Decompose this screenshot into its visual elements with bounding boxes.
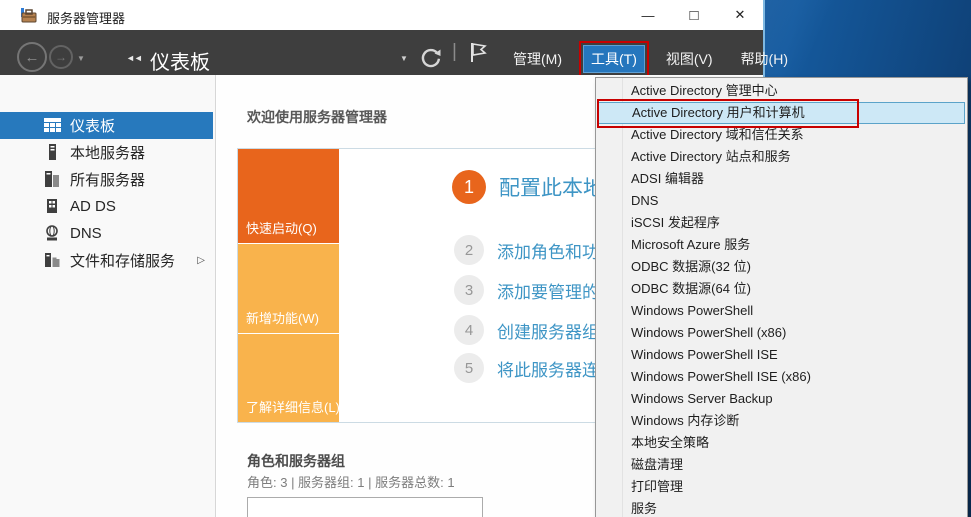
menu-item-ad-users-computers[interactable]: Active Directory 用户和计算机 [598, 102, 965, 124]
step-add-roles-features[interactable]: 2 添加角色和功能 [454, 235, 616, 265]
notifications-flag-icon[interactable] [470, 42, 487, 68]
menu-item-powershell-ise-x86[interactable]: Windows PowerShell ISE (x86) [598, 366, 965, 388]
roles-tile [247, 497, 483, 517]
sidebar-item-local-server[interactable]: 本地服务器 [0, 139, 213, 166]
menu-item-local-security-policy[interactable]: 本地安全策略 [598, 432, 965, 454]
sidebar-item-file-storage[interactable]: 文件和存储服务 ▷ [0, 247, 213, 274]
roles-section-stats: 角色: 3 | 服务器组: 1 | 服务器总数: 1 [247, 472, 455, 491]
breadcrumb[interactable]: 仪表板 [150, 46, 210, 75]
step-number-badge: 4 [454, 315, 484, 345]
server-manager-app-icon [20, 6, 38, 29]
learn-more-label: 了解详细信息(L) [246, 397, 340, 416]
step-number-badge: 2 [454, 235, 484, 265]
toolbar: ← → ▼ ◄◄ 仪表板 ▼ | 管理(M) [0, 30, 763, 75]
menu-item-ad-admin-center[interactable]: Active Directory 管理中心 [598, 80, 965, 102]
quick-start-block[interactable]: 快速启动(Q) [238, 149, 339, 243]
welcome-heading: 欢迎使用服务器管理器 [247, 107, 387, 127]
window-controls: — □ ✕ [625, 0, 763, 30]
menu-item-memory-diagnostic[interactable]: Windows 内存诊断 [598, 410, 965, 432]
close-button[interactable]: ✕ [717, 0, 763, 30]
refresh-caret-icon[interactable]: ▼ [400, 54, 408, 63]
roles-section-title: 角色和服务器组 [247, 451, 345, 471]
menu-item-iscsi-initiator[interactable]: iSCSI 发起程序 [598, 212, 965, 234]
sidebar-item-ad-ds[interactable]: AD DS [0, 193, 213, 220]
sidebar-item-label: DNS [70, 225, 102, 242]
sidebar-item-label: 文件和存储服务 [70, 250, 175, 271]
local-server-icon [44, 144, 60, 164]
dns-icon [44, 225, 60, 245]
sidebar-item-label: AD DS [70, 198, 116, 215]
refresh-icon[interactable] [420, 47, 442, 74]
minimize-button[interactable]: — [625, 0, 671, 30]
menu-item-powershell-ise[interactable]: Windows PowerShell ISE [598, 344, 965, 366]
whats-new-label: 新增功能(W) [246, 308, 319, 327]
menu-item-services[interactable]: 服务 [598, 498, 965, 517]
forward-icon[interactable]: → [49, 45, 73, 69]
menu-item-powershell[interactable]: Windows PowerShell [598, 300, 965, 322]
menu-item-azure-services[interactable]: Microsoft Azure 服务 [598, 234, 965, 256]
menu-help[interactable]: 帮助(H) [734, 46, 795, 72]
menu-item-disk-cleanup[interactable]: 磁盘清理 [598, 454, 965, 476]
sidebar-nav-list: 仪表板 本地服务器 [0, 112, 213, 274]
sidebar-item-all-servers[interactable]: 所有服务器 [0, 166, 213, 193]
sidebar-item-dashboard[interactable]: 仪表板 [0, 112, 213, 139]
expand-chevron-icon[interactable]: ▷ [197, 255, 205, 266]
step-number-badge: 5 [454, 353, 484, 383]
sidebar-item-label: 本地服务器 [70, 142, 145, 163]
step-number-badge: 3 [454, 275, 484, 305]
menu-item-powershell-x86[interactable]: Windows PowerShell (x86) [598, 322, 965, 344]
maximize-button[interactable]: □ [671, 0, 717, 30]
file-storage-icon [44, 252, 60, 272]
sidebar-item-label: 仪表板 [70, 115, 115, 136]
desktop: 服务器管理器 — □ ✕ ← → ▼ ◄◄ 仪表板 ▼ | [0, 0, 971, 517]
menu-tools[interactable]: 工具(T) [583, 45, 645, 73]
step-create-server-group[interactable]: 4 创建服务器组 [454, 315, 599, 345]
menu-view[interactable]: 视图(V) [659, 46, 720, 72]
sidebar-item-label: 所有服务器 [70, 169, 145, 190]
titlebar: 服务器管理器 — □ ✕ [0, 0, 763, 30]
collapse-breadcrumb-icon[interactable]: ◄◄ [126, 53, 142, 63]
nav-history-caret-icon[interactable]: ▼ [77, 54, 85, 63]
menu-item-odbc-32[interactable]: ODBC 数据源(32 位) [598, 256, 965, 278]
ad-ds-icon [44, 198, 60, 218]
step-label: 创建服务器组 [497, 318, 599, 343]
menu-item-ad-domains-trusts[interactable]: Active Directory 域和信任关系 [598, 124, 965, 146]
menu-manage[interactable]: 管理(M) [506, 46, 569, 72]
step-number-badge: 1 [452, 170, 486, 204]
menu-item-print-management[interactable]: 打印管理 [598, 476, 965, 498]
back-icon[interactable]: ← [17, 42, 47, 72]
welcome-tile-quick-links: 快速启动(Q) 新增功能(W) 了解详细信息(L) [238, 149, 339, 422]
sidebar-item-dns[interactable]: DNS [0, 220, 213, 247]
toolbar-separator: | [452, 41, 457, 63]
tools-dropdown-menu: Active Directory 管理中心 Active Directory 用… [595, 77, 968, 517]
dashboard-icon [44, 117, 61, 137]
learn-more-block[interactable]: 了解详细信息(L) [238, 334, 339, 422]
quick-start-label: 快速启动(Q) [246, 218, 317, 237]
annotation-tools-red-box [579, 41, 649, 77]
menu-item-adsi-edit[interactable]: ADSI 编辑器 [598, 168, 965, 190]
menu-item-server-backup[interactable]: Windows Server Backup [598, 388, 965, 410]
window-title: 服务器管理器 [47, 8, 125, 27]
whats-new-block[interactable]: 新增功能(W) [238, 244, 339, 333]
menu-item-ad-sites-services[interactable]: Active Directory 站点和服务 [598, 146, 965, 168]
menu-item-dns[interactable]: DNS [598, 190, 965, 212]
all-servers-icon [44, 171, 60, 191]
menu-item-odbc-64[interactable]: ODBC 数据源(64 位) [598, 278, 965, 300]
sidebar: 仪表板 本地服务器 [0, 75, 216, 517]
menu-bar: 管理(M) 工具(T) 视图(V) 帮助(H) [506, 42, 795, 75]
